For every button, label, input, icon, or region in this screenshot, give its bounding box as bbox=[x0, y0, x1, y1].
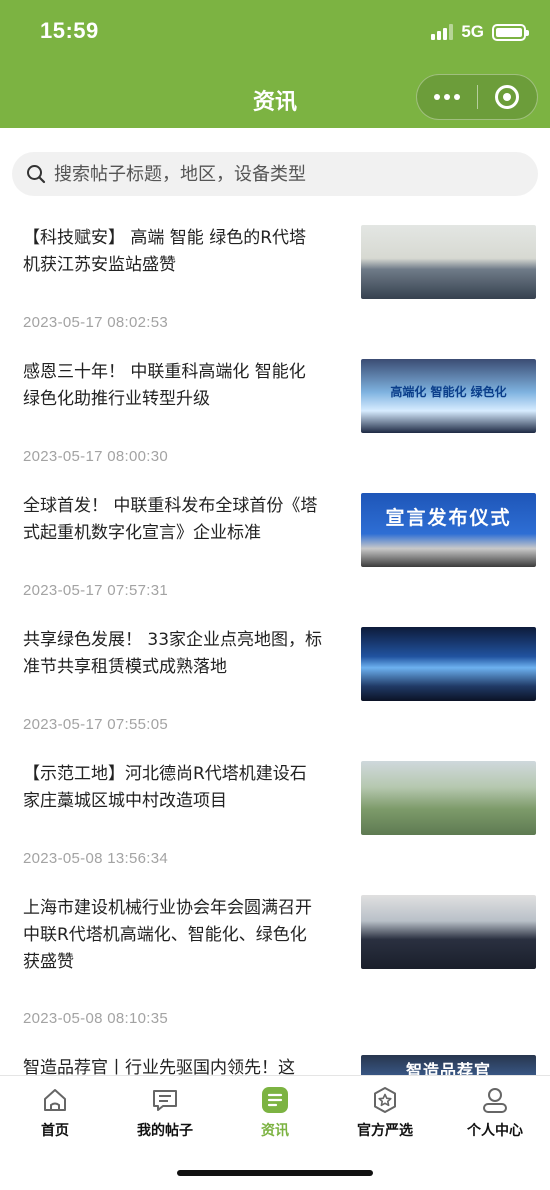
news-time: 2023-05-17 07:55:05 bbox=[23, 716, 168, 733]
miniprogram-capsule bbox=[416, 74, 538, 120]
news-item[interactable]: 上海市建设机械行业协会年会圆满召开 中联R代塔机高端化、智能化、绿色化获盛赞 2… bbox=[0, 875, 550, 1035]
news-thumbnail: 智造品荐官 bbox=[361, 1055, 536, 1075]
tab-label: 官方严选 bbox=[357, 1123, 413, 1139]
news-list: 【科技赋安】 高端 智能 绿色的R代塔机获江苏安监站盛赞 2023-05-17 … bbox=[0, 205, 550, 1075]
search-input[interactable] bbox=[54, 163, 514, 185]
news-item[interactable]: 【示范工地】河北德尚R代塔机建设石家庄藁城区城中村改造项目 2023-05-08… bbox=[0, 741, 550, 875]
tab-news[interactable]: 资讯 bbox=[220, 1076, 330, 1146]
news-title: 智造品荐官丨行业先驱国内领先！这 bbox=[23, 1058, 295, 1075]
tab-official-selection[interactable]: 官方严选 bbox=[330, 1076, 440, 1146]
bottom-tabbar: 首页 我的帖子 资讯 官方严选 个人中心 bbox=[0, 1076, 550, 1146]
app-header: 15:59 5G 资讯 bbox=[0, 0, 550, 128]
news-item[interactable]: 感恩三十年！ 中联重科高端化 智能化 绿色化助推行业转型升级 2023-05-1… bbox=[0, 339, 550, 473]
thumbnail-caption: 宣言发布仪式 bbox=[385, 507, 512, 529]
network-type: 5G bbox=[461, 22, 484, 41]
news-thumbnail: 高端化 智能化 绿色化 bbox=[361, 359, 536, 433]
home-icon bbox=[41, 1086, 69, 1114]
tab-my-posts[interactable]: 我的帖子 bbox=[110, 1076, 220, 1146]
news-thumbnail bbox=[361, 225, 536, 299]
news-thumbnail bbox=[361, 761, 536, 835]
news-time: 2023-05-08 13:56:34 bbox=[23, 850, 168, 867]
news-title: 上海市建设机械行业协会年会圆满召开 中联R代塔机高端化、智能化、绿色化获盛赞 bbox=[23, 898, 312, 972]
search-icon bbox=[27, 165, 46, 184]
news-time: 2023-05-17 08:00:30 bbox=[23, 448, 168, 465]
news-item[interactable]: 智造品荐官丨行业先驱国内领先！这 智造品荐官 bbox=[0, 1035, 550, 1075]
signal-icon bbox=[431, 24, 454, 40]
news-title: 共享绿色发展！ 33家企业点亮地图，标准节共享租赁模式成熟落地 bbox=[23, 630, 323, 677]
news-icon bbox=[261, 1086, 289, 1114]
message-icon bbox=[151, 1086, 179, 1114]
news-time: 2023-05-17 08:02:53 bbox=[23, 314, 168, 331]
news-title: 【示范工地】河北德尚R代塔机建设石家庄藁城区城中村改造项目 bbox=[23, 764, 307, 811]
news-time: 2023-05-08 08:10:35 bbox=[23, 1010, 168, 1027]
news-item[interactable]: 【科技赋安】 高端 智能 绿色的R代塔机获江苏安监站盛赞 2023-05-17 … bbox=[0, 205, 550, 339]
close-miniprogram-icon[interactable] bbox=[477, 75, 537, 119]
tab-home[interactable]: 首页 bbox=[0, 1076, 110, 1146]
news-item[interactable]: 共享绿色发展！ 33家企业点亮地图，标准节共享租赁模式成熟落地 2023-05-… bbox=[0, 607, 550, 741]
status-bar-icons: 5G bbox=[431, 22, 529, 42]
tab-label: 个人中心 bbox=[467, 1123, 523, 1139]
home-indicator bbox=[177, 1170, 373, 1176]
tab-label: 我的帖子 bbox=[137, 1123, 193, 1139]
news-thumbnail bbox=[361, 627, 536, 701]
news-title: 【科技赋安】 高端 智能 绿色的R代塔机获江苏安监站盛赞 bbox=[23, 228, 307, 275]
news-item[interactable]: 全球首发！ 中联重科发布全球首份《塔式起重机数字化宣言》企业标准 2023-05… bbox=[0, 473, 550, 607]
thumbnail-caption: 智造品荐官 bbox=[405, 1061, 491, 1075]
battery-icon bbox=[492, 23, 529, 41]
star-badge-icon bbox=[371, 1086, 399, 1114]
news-title: 全球首发！ 中联重科发布全球首份《塔式起重机数字化宣言》企业标准 bbox=[23, 496, 318, 543]
status-time: 15:59 bbox=[40, 18, 99, 43]
news-title: 感恩三十年！ 中联重科高端化 智能化 绿色化助推行业转型升级 bbox=[23, 362, 306, 409]
news-time: 2023-05-17 07:57:31 bbox=[23, 582, 168, 599]
tab-personal-center[interactable]: 个人中心 bbox=[440, 1076, 550, 1146]
thumbnail-caption: 高端化 智能化 绿色化 bbox=[390, 385, 507, 399]
more-options-icon[interactable] bbox=[417, 75, 477, 119]
user-icon bbox=[481, 1086, 509, 1114]
tab-label: 资讯 bbox=[261, 1123, 289, 1139]
tab-label: 首页 bbox=[41, 1123, 69, 1139]
search-bar[interactable] bbox=[12, 152, 538, 196]
news-thumbnail: 宣言发布仪式 bbox=[361, 493, 536, 567]
news-thumbnail bbox=[361, 895, 536, 969]
